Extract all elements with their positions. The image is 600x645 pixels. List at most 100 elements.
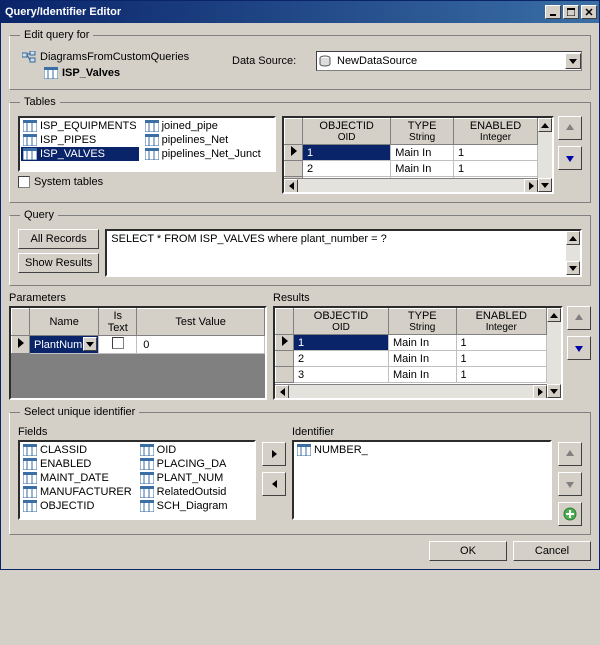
list-item[interactable]: CLASSID — [21, 443, 134, 457]
tables-listbox[interactable]: ISP_EQUIPMENTSISP_PIPESISP_VALVES joined… — [18, 116, 276, 172]
list-item-label: ENABLED — [40, 458, 91, 470]
tables-grid-hscroll[interactable] — [284, 178, 538, 192]
table-icon — [140, 500, 154, 512]
list-item[interactable]: MANUFACTURER — [21, 485, 134, 499]
fields-col1: CLASSIDENABLED MAINT_DATEMANUFACTUREROBJE… — [21, 443, 134, 513]
database-icon — [319, 55, 333, 67]
table-icon — [140, 458, 154, 470]
list-item[interactable]: pipelines_Net — [143, 133, 263, 147]
table-row[interactable]: PlantNum — [12, 336, 265, 354]
table-row[interactable]: 1Main In1 — [285, 145, 538, 161]
tree-root[interactable]: DiagramsFromCustomQueries — [22, 49, 222, 65]
table-icon — [145, 134, 159, 146]
table-row[interactable]: 2Main In1 — [276, 351, 547, 367]
list-item[interactable]: NUMBER_ — [295, 443, 549, 457]
list-item[interactable]: MAINT_DATE — [21, 471, 134, 485]
cancel-button[interactable]: Cancel — [513, 541, 591, 561]
ok-button[interactable]: OK — [429, 541, 507, 561]
list-item[interactable]: pipelines_Net_Junct — [143, 147, 263, 161]
maximize-button[interactable] — [563, 5, 579, 19]
table-row[interactable]: 1Main In1 — [276, 335, 547, 351]
tables-col2: joined_pipepipelines_Netpipelines_Net_Ju… — [143, 119, 263, 161]
fields-col2: OID PLACING_DAPLANT_NUMRelatedOutsidSCH_D… — [138, 443, 230, 513]
results-move-down-button[interactable] — [567, 336, 591, 360]
minimize-button[interactable] — [545, 5, 561, 19]
system-tables-label: System tables — [34, 176, 103, 188]
list-item[interactable]: ENABLED — [21, 457, 134, 471]
table-icon — [23, 444, 37, 456]
parameters-grid[interactable]: Name Is Text Test Value PlantNum — [9, 306, 267, 400]
list-item[interactable]: ISP_EQUIPMENTS — [21, 119, 139, 133]
select-identifier-legend: Select unique identifier — [20, 406, 139, 418]
query-group: Query All Records Show Results SELECT * … — [9, 209, 591, 286]
move-up-button[interactable] — [558, 116, 582, 140]
tables-legend: Tables — [20, 96, 60, 108]
results-label: Results — [273, 292, 591, 304]
tables-grid-vscroll[interactable] — [538, 118, 552, 192]
titlebar: Query/Identifier Editor — [1, 1, 599, 23]
results-grid[interactable]: OBJECTIDOID TYPEString ENABLEDInteger 1M… — [273, 306, 563, 400]
list-item-label: NUMBER_ — [314, 444, 368, 456]
sql-vscroll[interactable] — [566, 231, 580, 275]
table-row[interactable]: 2Main In1 — [285, 161, 538, 177]
sql-textarea[interactable]: SELECT * FROM ISP_VALVES where plant_num… — [105, 229, 582, 277]
list-item[interactable]: RelatedOutsid — [138, 485, 230, 499]
list-item-label: MAINT_DATE — [40, 472, 109, 484]
table-icon — [23, 458, 37, 470]
remove-identifier-button[interactable] — [262, 472, 286, 496]
system-tables-checkbox[interactable] — [18, 176, 30, 188]
table-icon — [145, 120, 159, 132]
list-item-label: ISP_VALVES — [40, 148, 105, 160]
table-icon — [140, 472, 154, 484]
test-value-input[interactable] — [141, 339, 260, 351]
tree-root-label: DiagramsFromCustomQueries — [40, 49, 189, 65]
list-item-label: OID — [157, 444, 177, 456]
dropdown-icon[interactable] — [565, 53, 581, 69]
data-source-label: Data Source: — [232, 55, 310, 67]
show-results-button[interactable]: Show Results — [18, 253, 99, 273]
edit-query-legend: Edit query for — [20, 29, 93, 41]
add-identifier-button[interactable] — [262, 442, 286, 466]
identifier-move-up-button[interactable] — [558, 442, 582, 466]
list-item[interactable]: PLANT_NUM — [138, 471, 230, 485]
is-text-checkbox[interactable] — [112, 337, 124, 349]
table-icon — [145, 148, 159, 160]
results-move-up-button[interactable] — [567, 306, 591, 330]
table-icon — [297, 444, 311, 456]
identifier-move-down-button[interactable] — [558, 472, 582, 496]
identifier-label: Identifier — [292, 426, 552, 438]
list-item[interactable]: OBJECTID — [21, 499, 134, 513]
parameters-body: PlantNum — [12, 336, 265, 354]
list-item[interactable]: SCH_Diagram — [138, 499, 230, 513]
fields-listbox[interactable]: CLASSIDENABLED MAINT_DATEMANUFACTUREROBJE… — [18, 440, 256, 520]
all-records-button[interactable]: All Records — [18, 229, 99, 249]
list-item[interactable]: ISP_PIPES — [21, 133, 139, 147]
list-item-label: SCH_Diagram — [157, 500, 228, 512]
edit-query-group: Edit query for DiagramsFromCustomQueries… — [9, 29, 591, 90]
move-down-button[interactable] — [558, 146, 582, 170]
list-item[interactable]: joined_pipe — [143, 119, 263, 133]
table-icon — [23, 472, 37, 484]
close-button[interactable] — [581, 5, 597, 19]
list-item-label: pipelines_Net — [162, 134, 229, 146]
fields-label: Fields — [18, 426, 256, 438]
table-icon — [140, 444, 154, 456]
list-item-label: PLACING_DA — [157, 458, 227, 470]
table-icon — [44, 67, 58, 79]
results-vscroll[interactable] — [547, 308, 561, 398]
results-hscroll[interactable] — [275, 384, 547, 398]
list-item[interactable]: ISP_VALVES — [21, 147, 139, 161]
identifier-listbox[interactable]: NUMBER_ — [292, 440, 552, 520]
select-identifier-group: Select unique identifier Fields CLASSIDE… — [9, 406, 591, 535]
list-item[interactable]: OID — [138, 443, 230, 457]
tree-child[interactable]: ISP_Valves — [44, 65, 222, 81]
list-item[interactable]: PLACING_DA — [138, 457, 230, 471]
param-name-dropdown[interactable] — [83, 337, 97, 351]
source-tree[interactable]: DiagramsFromCustomQueries ISP_Valves — [22, 49, 222, 81]
tables-preview-grid[interactable]: OBJECTIDOID TYPEString ENABLEDInteger 1M… — [282, 116, 554, 194]
identifier-add-new-button[interactable] — [558, 502, 582, 526]
table-icon — [23, 120, 37, 132]
query-legend: Query — [20, 209, 58, 221]
data-source-combo[interactable]: NewDataSource — [316, 51, 582, 71]
table-row[interactable]: 3Main In1 — [276, 367, 547, 383]
